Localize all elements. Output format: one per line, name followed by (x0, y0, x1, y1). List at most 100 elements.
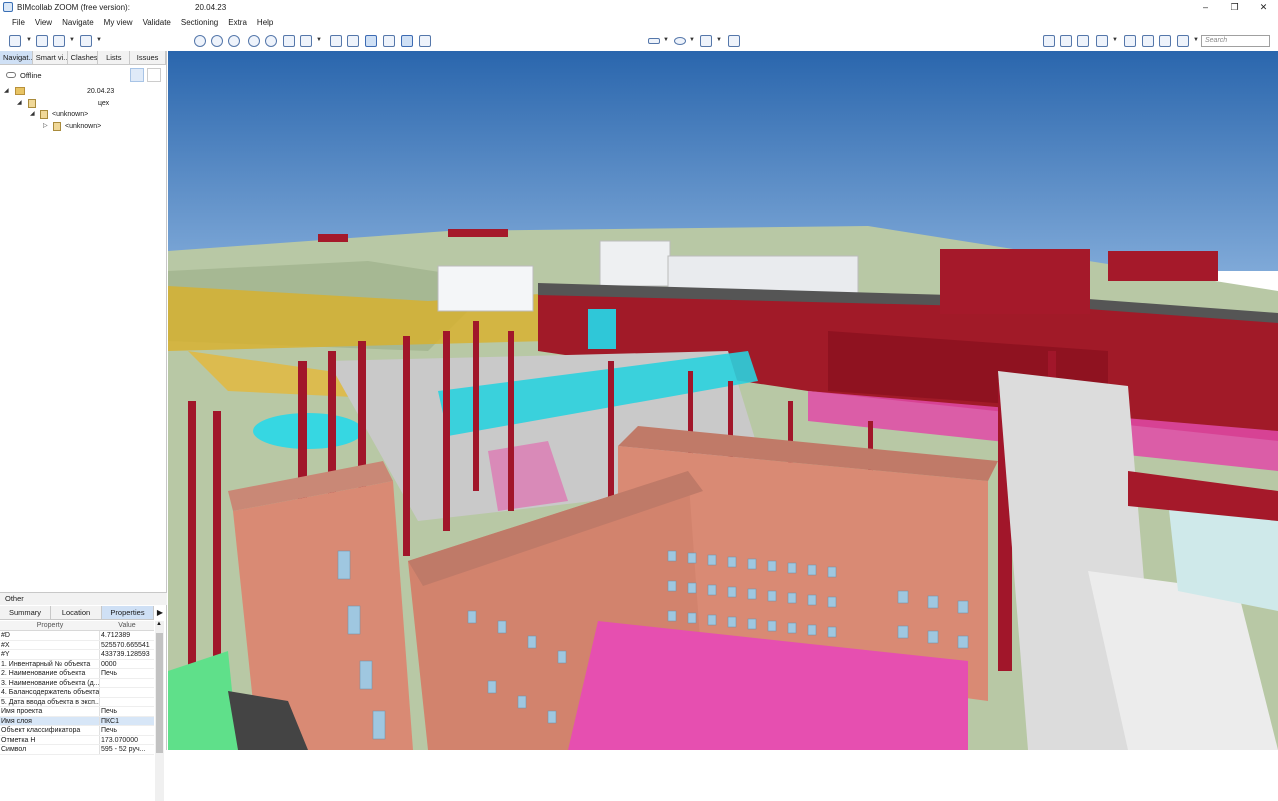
property-row[interactable]: 4. Балансодержатель объекта (0, 688, 154, 698)
tab-issues[interactable]: Issues (130, 51, 166, 65)
tab-navigator[interactable]: Navigat... (0, 51, 33, 65)
3d-viewport[interactable] (168, 51, 1278, 750)
tree-item-building[interactable]: ◢ цех (0, 98, 167, 109)
caret-icon[interactable]: ◢ (4, 86, 9, 97)
hand-icon[interactable] (728, 35, 740, 47)
property-row[interactable]: Отметка Н 173.070000 (0, 735, 154, 745)
orbit-icon[interactable] (401, 35, 413, 47)
bookmark-icon[interactable] (1124, 35, 1136, 47)
cube-icon[interactable] (383, 35, 395, 47)
chevron-down-icon[interactable]: ▼ (316, 37, 322, 43)
menu-view[interactable]: View (30, 18, 57, 27)
property-name: #D (0, 631, 100, 640)
caret-icon[interactable]: ◢ (30, 109, 35, 120)
minimize-button[interactable]: – (1191, 0, 1220, 14)
menu-my-view[interactable]: My view (99, 18, 138, 27)
redo-icon[interactable] (1159, 35, 1171, 47)
tree-item-label: 20.04.23 (87, 88, 115, 95)
red-building (448, 229, 508, 237)
tab-properties[interactable]: Properties (102, 606, 154, 620)
list-view-icon[interactable] (147, 68, 161, 82)
chevron-down-icon[interactable]: ▼ (26, 37, 32, 43)
app-title: BIMcollab ZOOM (free version): (17, 2, 130, 12)
close-button[interactable]: ✕ (1249, 0, 1278, 14)
search-zoom-icon[interactable] (1060, 35, 1072, 47)
column-value[interactable]: Value (100, 621, 154, 630)
property-row[interactable]: 5. Дата ввода объекта в эксп... (0, 697, 154, 707)
scroll-up-icon[interactable]: ▲ (156, 621, 162, 627)
menu-sectioning[interactable]: Sectioning (176, 18, 223, 27)
undo-view-icon[interactable] (283, 35, 295, 47)
copy-view-icon[interactable] (347, 35, 359, 47)
chevron-down-icon[interactable]: ▼ (69, 37, 75, 43)
walk-icon[interactable] (419, 35, 431, 47)
property-row[interactable]: Имя проекта Печь (0, 707, 154, 717)
view-mode-icon[interactable] (1096, 35, 1108, 47)
menu-navigate[interactable]: Navigate (57, 18, 99, 27)
tab-smart-views[interactable]: Smart vi... (32, 51, 68, 65)
menu-validate[interactable]: Validate (138, 18, 176, 27)
caret-icon[interactable]: ◢ (17, 98, 22, 109)
chevron-down-icon[interactable]: ▼ (1112, 37, 1118, 43)
app-logo-icon (3, 2, 13, 12)
chevron-down-icon[interactable]: ▼ (663, 37, 669, 43)
chevron-down-icon[interactable]: ▼ (1193, 37, 1199, 43)
focus-icon[interactable] (248, 35, 260, 47)
tree-item-root[interactable]: ◢ 20.04.23 (0, 86, 167, 97)
export-icon[interactable] (80, 35, 92, 47)
menu-extra[interactable]: Extra (223, 18, 252, 27)
property-row[interactable]: 1. Инвентарный № объекта 0000 (0, 659, 154, 669)
layers-icon[interactable] (700, 35, 712, 47)
camera-icon[interactable] (300, 35, 312, 47)
property-row[interactable]: #X 525570.665541 (0, 640, 154, 650)
tab-clashes[interactable]: Clashes (67, 51, 99, 65)
chevron-down-icon[interactable]: ▼ (689, 37, 695, 43)
measure-icon[interactable] (648, 38, 660, 44)
chevron-right-icon[interactable]: ▶ (154, 606, 166, 620)
zoom-out-icon[interactable] (228, 35, 240, 47)
property-row[interactable]: #D 4.712389 (0, 631, 154, 641)
share-icon[interactable] (53, 35, 65, 47)
tree-view-icon[interactable] (130, 68, 144, 82)
property-row[interactable]: #Y 433739.128593 (0, 650, 154, 660)
find-icon[interactable] (1077, 35, 1089, 47)
chevron-down-icon[interactable]: ▼ (96, 37, 102, 43)
undo-icon[interactable] (1142, 35, 1154, 47)
left-panel: Navigat... Smart vi... Clashes Lists Iss… (0, 51, 167, 801)
property-value (100, 679, 154, 688)
ellipse-icon[interactable] (674, 37, 686, 45)
red-tower (940, 249, 1090, 314)
column-property[interactable]: Property (0, 621, 100, 630)
tree-item-object[interactable]: ▷ <unknown> (0, 121, 167, 132)
section-icon[interactable] (365, 35, 377, 47)
properties-scrollbar[interactable]: ▲ (155, 621, 164, 801)
cyan-tank (588, 309, 616, 349)
property-row[interactable]: 3. Наименование объекта (д... (0, 678, 154, 688)
property-row[interactable]: Объект классификатора Печь (0, 726, 154, 736)
open-file-icon[interactable] (9, 35, 21, 47)
caret-icon[interactable]: ▷ (43, 121, 48, 132)
property-value: ПКС1 (101, 717, 119, 725)
model-render[interactable] (168, 51, 1278, 750)
property-row[interactable]: 2. Наименование объекта Печь (0, 669, 154, 679)
light-icon[interactable] (265, 35, 277, 47)
chevron-down-icon[interactable]: ▼ (716, 37, 722, 43)
property-row[interactable]: Имя слоя ПКС1 (0, 716, 154, 726)
property-name: 5. Дата ввода объекта в эксп... (1, 697, 100, 706)
search-input[interactable]: Search (1201, 35, 1270, 47)
save-icon[interactable] (36, 35, 48, 47)
restore-button[interactable]: ❐ (1220, 0, 1249, 14)
tab-summary[interactable]: Summary (0, 606, 51, 620)
tree-item-group[interactable]: ◢ <unknown> (0, 109, 167, 120)
scrollbar-thumb[interactable] (156, 633, 163, 753)
tab-lists[interactable]: Lists (98, 51, 131, 65)
zoom-extents-icon[interactable] (194, 35, 206, 47)
menu-help[interactable]: Help (252, 18, 278, 27)
visibility-icon[interactable] (1177, 35, 1189, 47)
distant-building (437, 265, 534, 312)
zoom-in-icon[interactable] (211, 35, 223, 47)
menu-file[interactable]: File (7, 18, 30, 27)
fit-icon[interactable] (1043, 35, 1055, 47)
tab-location[interactable]: Location (51, 606, 102, 620)
box-select-icon[interactable] (330, 35, 342, 47)
